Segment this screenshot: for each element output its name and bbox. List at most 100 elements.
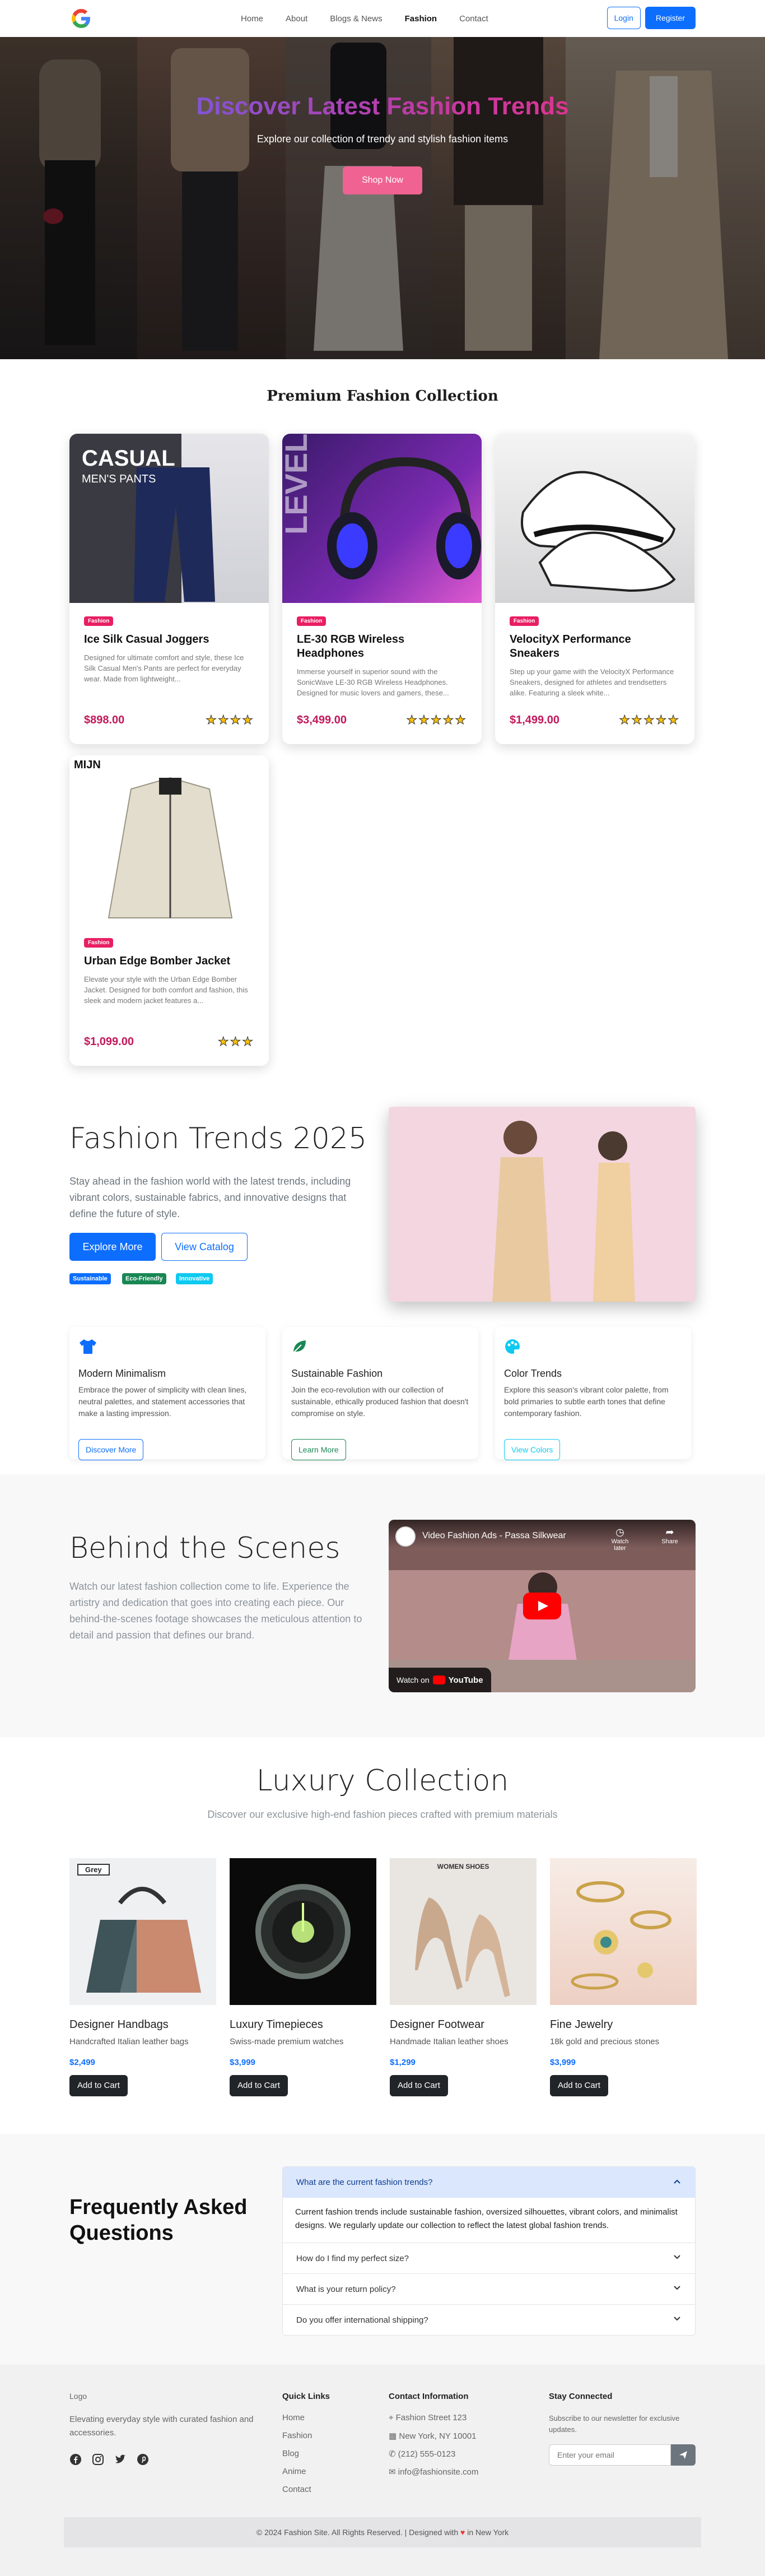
luxury-name: Designer Footwear [390, 2018, 484, 2031]
premium-collection-title: Premium Fashion Collection [267, 388, 498, 405]
footer-link-fashion[interactable]: Fashion [282, 2431, 312, 2440]
share-icon: ➦ [665, 1526, 674, 1538]
tag-innovative: Innovative [176, 1273, 213, 1284]
newsletter-email-input[interactable] [549, 2444, 671, 2466]
product-title[interactable]: Ice Silk Casual Joggers [84, 633, 254, 647]
hero-subtitle: Explore our collection of trendy and sty… [256, 133, 509, 145]
feature-text: Embrace the power of simplicity with cle… [78, 1385, 247, 1418]
behind-title: Behind the Scenes [69, 1531, 340, 1565]
product-price: $1,499.00 [510, 713, 559, 726]
shop-now-button[interactable]: Shop Now [343, 166, 422, 194]
contact-email[interactable]: ✉ info@fashionsite.com [389, 2467, 478, 2477]
faq-question-4[interactable]: Do you offer international shipping? [283, 2304, 695, 2335]
product-description: Immerse yourself in superior sound with … [297, 667, 449, 697]
product-description: Designed for ultimate comfort and style,… [84, 653, 244, 683]
add-to-cart-button[interactable]: Add to Cart [230, 2075, 288, 2096]
login-button[interactable]: Login [607, 7, 641, 29]
luxury-image [230, 1858, 376, 2005]
google-logo-icon[interactable] [70, 7, 92, 30]
feature-text: Join the eco-revolution with our collect… [291, 1385, 469, 1418]
chevron-up-icon [673, 2177, 682, 2188]
footer-link-contact[interactable]: Contact [282, 2485, 311, 2494]
building-icon: ▦ [389, 2431, 397, 2441]
faq-title: Frequently Asked Questions [69, 2196, 248, 2245]
product-title[interactable]: VelocityX Performance Sneakers [510, 633, 680, 661]
product-image-text: CASUAL [82, 446, 175, 471]
footer-link-blog[interactable]: Blog [282, 2449, 299, 2458]
learn-more-button[interactable]: Learn More [291, 1439, 346, 1460]
chevron-down-icon [673, 2314, 682, 2326]
luxury-image: Grey [69, 1858, 216, 2005]
pinterest-icon[interactable] [137, 2453, 149, 2468]
footer-link-anime[interactable]: Anime [282, 2467, 306, 2476]
contact-phone[interactable]: ✆ (212) 555-0123 [389, 2449, 455, 2459]
nav-contact[interactable]: Contact [448, 14, 500, 24]
share-button[interactable]: ➦ Share [659, 1526, 681, 1545]
chevron-down-icon [673, 2283, 682, 2295]
leaf-icon [291, 1340, 308, 1357]
category-badge: Fashion [510, 616, 539, 626]
product-title[interactable]: LE-30 RGB Wireless Headphones [297, 633, 467, 661]
nav-home[interactable]: Home [230, 14, 274, 24]
clock-icon: ◷ [615, 1526, 624, 1538]
nav-blogs[interactable]: Blogs & News [319, 14, 393, 24]
footer-link-home[interactable]: Home [282, 2413, 305, 2422]
faq-answer-1: Current fashion trends include sustainab… [295, 2207, 678, 2230]
instagram-icon[interactable] [92, 2453, 104, 2468]
watch-later-button[interactable]: ◷ Watch later [606, 1526, 634, 1552]
product-card[interactable]: LEVEL Fashion LE-30 RGB Wireless Headpho… [282, 434, 482, 744]
play-icon [538, 1601, 548, 1611]
feature-title: Color Trends [504, 1368, 562, 1379]
video-title[interactable]: Video Fashion Ads - Passa Silkwear [422, 1531, 566, 1541]
explore-more-button[interactable]: Explore More [69, 1233, 156, 1261]
watch-on-youtube[interactable]: Watch on YouTube [389, 1668, 491, 1692]
newsletter-submit-button[interactable] [671, 2444, 696, 2466]
category-badge: Fashion [84, 938, 114, 948]
product-card[interactable]: CASUAL MEN'S PANTS Fashion Ice Silk Casu… [69, 434, 269, 744]
contact-address: ⌖ Fashion Street 123 [389, 2413, 467, 2422]
twitter-icon[interactable] [114, 2453, 127, 2468]
channel-avatar[interactable] [395, 1526, 416, 1547]
tshirt-icon [78, 1339, 97, 1357]
luxury-image: WOMEN SHOES [390, 1858, 537, 2005]
product-image: LEVEL [282, 434, 482, 603]
footer-tagline: Elevating everyday style with curated fa… [69, 2415, 254, 2438]
nav-about[interactable]: About [274, 14, 319, 24]
luxury-name: Fine Jewelry [550, 2018, 613, 2031]
nav-fashion[interactable]: Fashion [394, 14, 449, 24]
view-catalog-button[interactable]: View Catalog [161, 1233, 248, 1261]
product-card[interactable]: MIJN Fashion Urban Edge Bomber Jacket El… [69, 755, 269, 1066]
luxury-card: Luxury Timepieces Swiss-made premium wat… [230, 1858, 376, 2096]
faq-question-2[interactable]: How do I find my perfect size? [283, 2243, 695, 2273]
nav-links: Home About Blogs & News Fashion Contact [230, 0, 500, 37]
product-price: $898.00 [84, 713, 125, 726]
product-description: Step up your game with the VelocityX Per… [510, 667, 674, 697]
footer-logo[interactable]: Logo [69, 2392, 87, 2401]
product-card[interactable]: Fashion VelocityX Performance Sneakers S… [495, 434, 694, 744]
play-button[interactable] [523, 1593, 561, 1619]
feature-card-colors: Color Trends Explore this season's vibra… [495, 1327, 691, 1460]
feature-card-sustainable: Sustainable Fashion Join the eco-revolut… [282, 1327, 478, 1460]
register-button[interactable]: Register [645, 7, 696, 29]
product-description: Elevate your style with the Urban Edge B… [84, 975, 248, 1005]
facebook-icon[interactable] [69, 2453, 82, 2468]
youtube-video-embed[interactable]: Video Fashion Ads - Passa Silkwear ◷ Wat… [389, 1520, 696, 1692]
luxury-price: $3,999 [550, 2058, 576, 2067]
navbar: Home About Blogs & News Fashion Contact … [0, 0, 765, 37]
product-image: CASUAL MEN'S PANTS [69, 434, 269, 603]
envelope-icon: ✉ [389, 2467, 396, 2477]
phone-icon: ✆ [389, 2449, 396, 2459]
faq-question-3[interactable]: What is your return policy? [283, 2273, 695, 2304]
add-to-cart-button[interactable]: Add to Cart [550, 2075, 608, 2096]
faq-accordion: What are the current fashion trends? Cur… [282, 2166, 696, 2336]
faq-question-1[interactable]: What are the current fashion trends? [283, 2167, 695, 2198]
feature-title: Sustainable Fashion [291, 1368, 383, 1379]
product-title[interactable]: Urban Edge Bomber Jacket [84, 954, 254, 968]
discover-more-button[interactable]: Discover More [78, 1439, 144, 1460]
stay-connected-title: Stay Connected [549, 2392, 613, 2401]
luxury-card: Grey Designer Handbags Handcrafted Itali… [69, 1858, 216, 2096]
add-to-cart-button[interactable]: Add to Cart [390, 2075, 448, 2096]
add-to-cart-button[interactable]: Add to Cart [69, 2075, 128, 2096]
view-colors-button[interactable]: View Colors [504, 1439, 561, 1460]
luxury-description: Handmade Italian leather shoes [390, 2037, 509, 2046]
